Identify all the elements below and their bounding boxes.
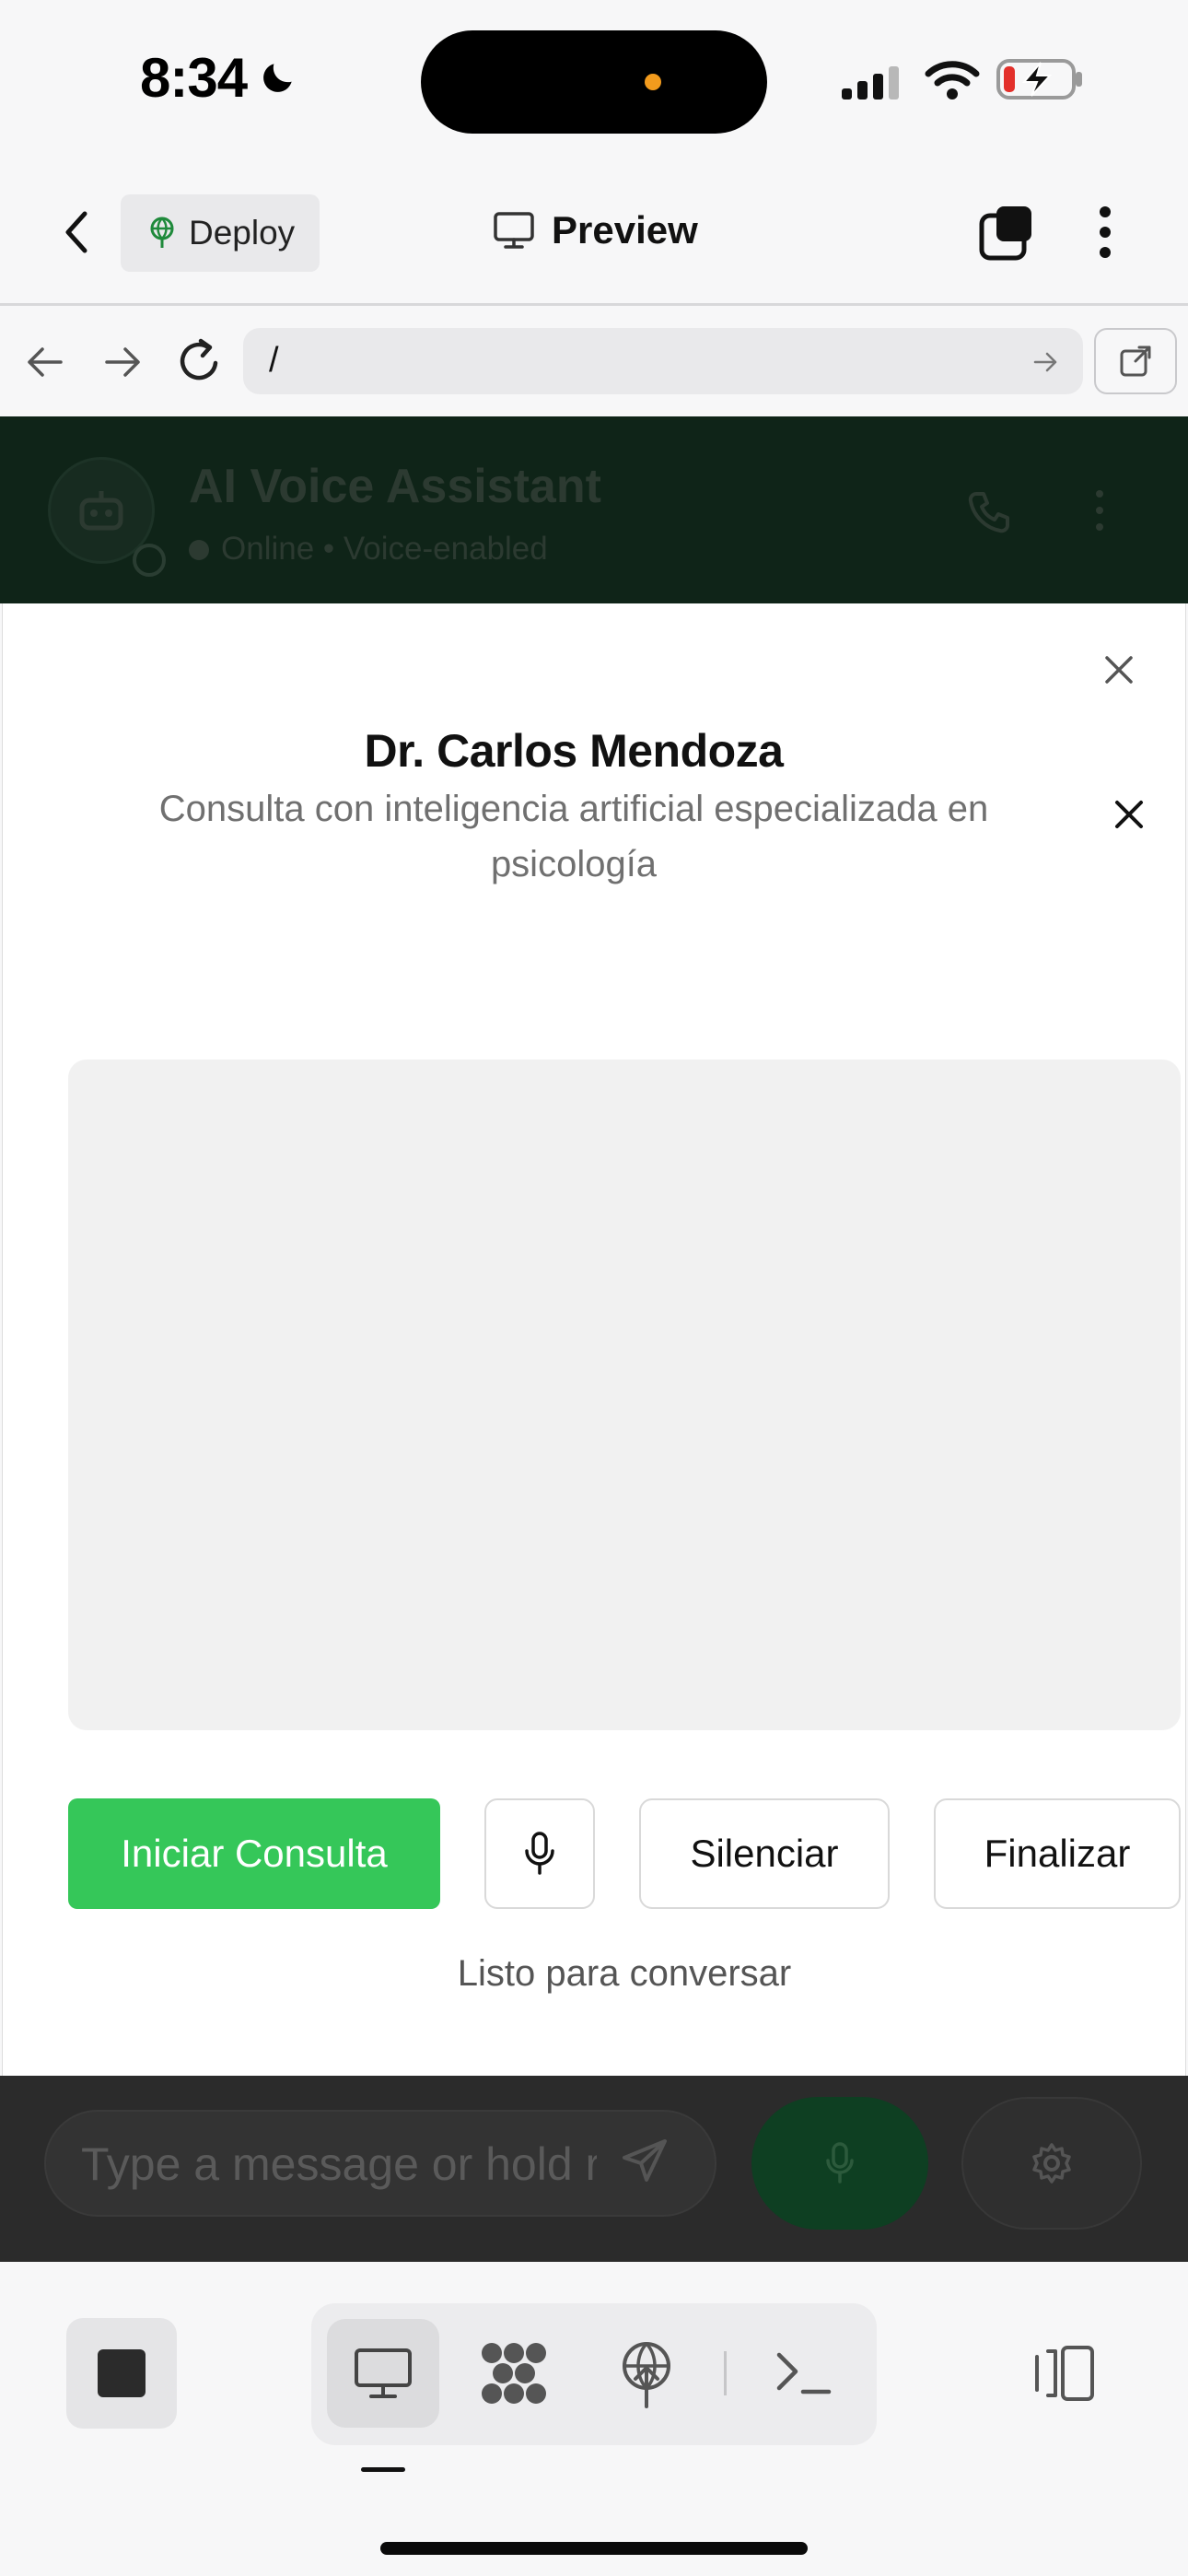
microphone-icon <box>824 2141 856 2185</box>
open-external-button[interactable] <box>1094 328 1177 394</box>
phone-icon <box>965 488 1013 536</box>
background-app-title: AI Voice Assistant <box>189 460 601 513</box>
settings-button <box>961 2097 1142 2230</box>
microphone-icon <box>523 1831 556 1877</box>
monitor-icon <box>493 211 535 250</box>
mute-button[interactable]: Silenciar <box>639 1798 890 1909</box>
send-icon <box>621 2136 670 2185</box>
deploy-icon[interactable] <box>617 2340 676 2408</box>
consultation-status: Listo para conversar <box>457 1953 792 1994</box>
url-text: / <box>269 341 279 380</box>
tabs-icon[interactable] <box>978 205 1035 262</box>
more-vertical-icon[interactable] <box>1096 205 1114 260</box>
avatar-status-ring <box>133 544 166 577</box>
stop-icon <box>98 2349 146 2397</box>
arrow-left-icon[interactable] <box>24 341 66 383</box>
toolbar-divider <box>724 2351 727 2395</box>
wifi-icon <box>925 59 980 100</box>
close-icon[interactable] <box>1112 798 1146 831</box>
privacy-indicator <box>645 74 661 90</box>
arrow-go-icon[interactable] <box>1031 348 1059 376</box>
gear-icon <box>1030 2141 1074 2185</box>
end-consultation-button[interactable]: Finalizar <box>934 1798 1181 1909</box>
globe-icon <box>148 217 176 250</box>
online-dot <box>189 540 209 560</box>
back-button[interactable] <box>55 205 98 260</box>
deploy-button[interactable]: Deploy <box>121 194 320 272</box>
preview-label: Preview <box>552 208 698 252</box>
background-app-status: Online • Voice-enabled <box>221 531 548 567</box>
voice-button <box>751 2097 928 2230</box>
preview-tab[interactable]: Preview <box>493 208 698 252</box>
start-consultation-button[interactable]: Iniciar Consulta <box>68 1798 440 1909</box>
close-icon[interactable] <box>1101 652 1136 687</box>
terminal-icon[interactable] <box>774 2346 833 2401</box>
ai-agent-icon[interactable] <box>477 2340 551 2406</box>
deploy-label: Deploy <box>189 214 296 252</box>
arrow-right-icon[interactable] <box>101 341 144 383</box>
url-input[interactable] <box>243 328 1083 394</box>
more-vertical-icon <box>1094 488 1105 533</box>
layout-toggle-icon[interactable] <box>1031 2344 1098 2403</box>
microphone-button[interactable] <box>484 1798 595 1909</box>
external-link-icon <box>1119 345 1152 378</box>
battery-charging-icon <box>996 57 1085 101</box>
signal-icon <box>842 64 904 100</box>
monitor-icon <box>353 2347 413 2400</box>
stop-button[interactable] <box>66 2318 177 2429</box>
video-area <box>68 1060 1181 1730</box>
modal-subtitle: Consulta con inteligencia artificial esp… <box>158 789 989 884</box>
tool-preview[interactable] <box>327 2319 439 2428</box>
home-indicator <box>380 2542 808 2555</box>
modal-title: Dr. Carlos Mendoza <box>364 725 785 777</box>
dynamic-island <box>421 30 767 134</box>
moon-icon <box>258 57 298 98</box>
message-input-placeholder: Type a message or hold r <box>81 2138 597 2190</box>
active-tab-indicator <box>361 2467 405 2472</box>
status-time: 8:34 <box>140 47 248 109</box>
robot-icon <box>76 487 126 533</box>
reload-icon[interactable] <box>177 335 223 385</box>
